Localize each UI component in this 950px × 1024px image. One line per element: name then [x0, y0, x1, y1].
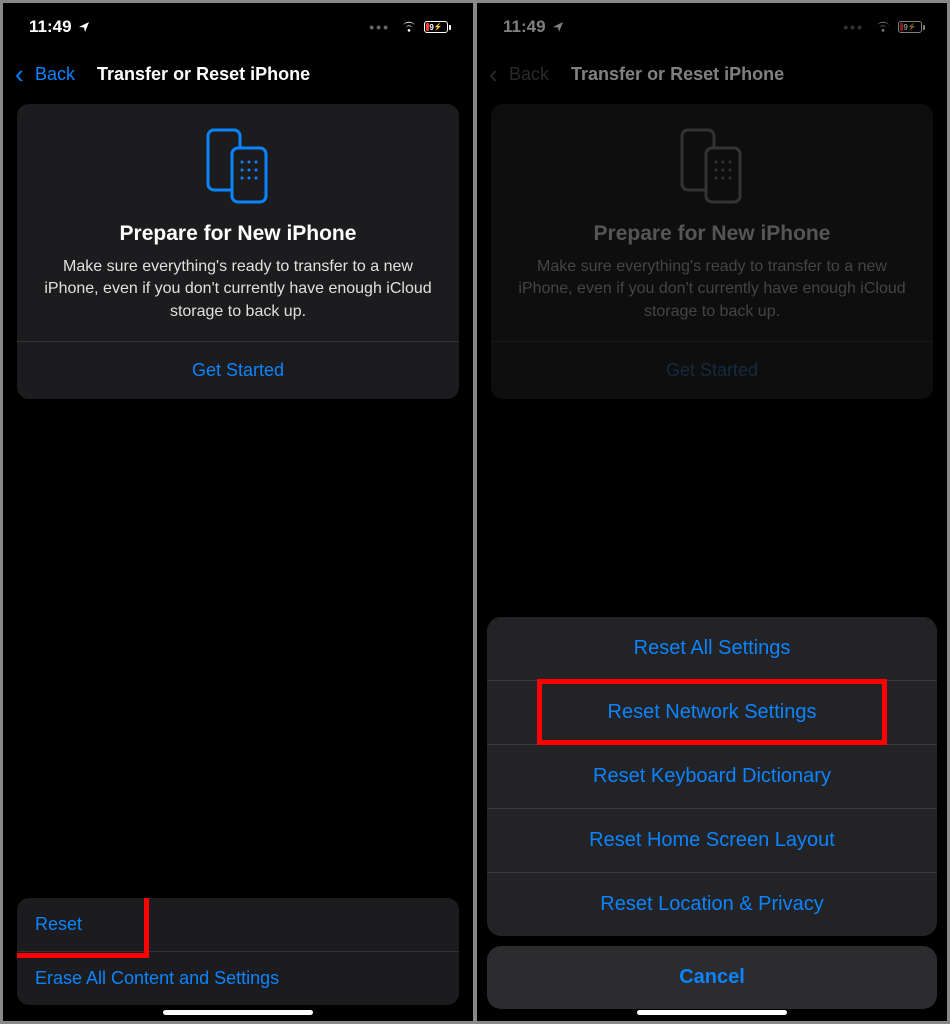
phone-right: 11:49 ••• 9⚡ ‹ Back Transfer or Reset iP… [477, 3, 947, 1021]
reset-keyboard-dictionary-button[interactable]: Reset Keyboard Dictionary [487, 745, 937, 809]
wifi-icon [874, 17, 892, 37]
status-time: 11:49 [29, 17, 72, 37]
status-bar: 11:49 ••• 9⚡ [3, 3, 473, 51]
home-indicator[interactable] [637, 1010, 787, 1015]
battery-icon: 9⚡ [898, 21, 925, 33]
prepare-card: Prepare for New iPhone Make sure everyth… [17, 104, 459, 399]
battery-icon: 9⚡ [424, 21, 451, 33]
back-button: Back [509, 64, 549, 85]
back-chevron-icon: ‹ [489, 59, 505, 90]
erase-label: Erase All Content and Settings [35, 968, 279, 988]
recording-dots-icon: ••• [843, 19, 864, 35]
reset-button[interactable]: Reset [17, 898, 459, 952]
nav-bar: ‹ Back Transfer or Reset iPhone [3, 51, 473, 104]
home-indicator[interactable] [163, 1010, 313, 1015]
back-chevron-icon[interactable]: ‹ [15, 59, 31, 90]
devices-icon [35, 126, 441, 206]
back-button[interactable]: Back [35, 64, 75, 85]
get-started-button: Get Started [509, 342, 915, 399]
reset-location-privacy-button[interactable]: Reset Location & Privacy [487, 873, 937, 936]
page-title: Transfer or Reset iPhone [97, 64, 310, 85]
erase-button[interactable]: Erase All Content and Settings [17, 952, 459, 1005]
reset-all-settings-button[interactable]: Reset All Settings [487, 617, 937, 681]
prepare-card: Prepare for New iPhone Make sure everyth… [491, 104, 933, 399]
page-title: Transfer or Reset iPhone [571, 64, 784, 85]
prepare-title: Prepare for New iPhone [509, 222, 915, 246]
prepare-description: Make sure everything's ready to transfer… [509, 256, 915, 323]
cancel-button[interactable]: Cancel [487, 946, 937, 1009]
phone-left: 11:49 ••• 9⚡ ‹ Back Transfer or Reset iP… [3, 3, 473, 1021]
devices-icon [509, 126, 915, 206]
prepare-title: Prepare for New iPhone [35, 222, 441, 246]
wifi-icon [400, 17, 418, 37]
nav-bar: ‹ Back Transfer or Reset iPhone [477, 51, 947, 104]
location-icon [78, 21, 90, 33]
reset-home-screen-layout-button[interactable]: Reset Home Screen Layout [487, 809, 937, 873]
reset-label: Reset [35, 914, 82, 934]
bottom-options: Reset Erase All Content and Settings [17, 898, 459, 1005]
reset-action-sheet: Reset All Settings Reset Network Setting… [487, 617, 937, 1009]
location-icon [552, 21, 564, 33]
reset-network-settings-button[interactable]: Reset Network Settings [487, 681, 937, 745]
status-time: 11:49 [503, 17, 546, 37]
prepare-description: Make sure everything's ready to transfer… [35, 256, 441, 323]
get-started-button[interactable]: Get Started [35, 342, 441, 399]
recording-dots-icon: ••• [369, 19, 390, 35]
sheet-options: Reset All Settings Reset Network Setting… [487, 617, 937, 936]
status-bar: 11:49 ••• 9⚡ [477, 3, 947, 51]
